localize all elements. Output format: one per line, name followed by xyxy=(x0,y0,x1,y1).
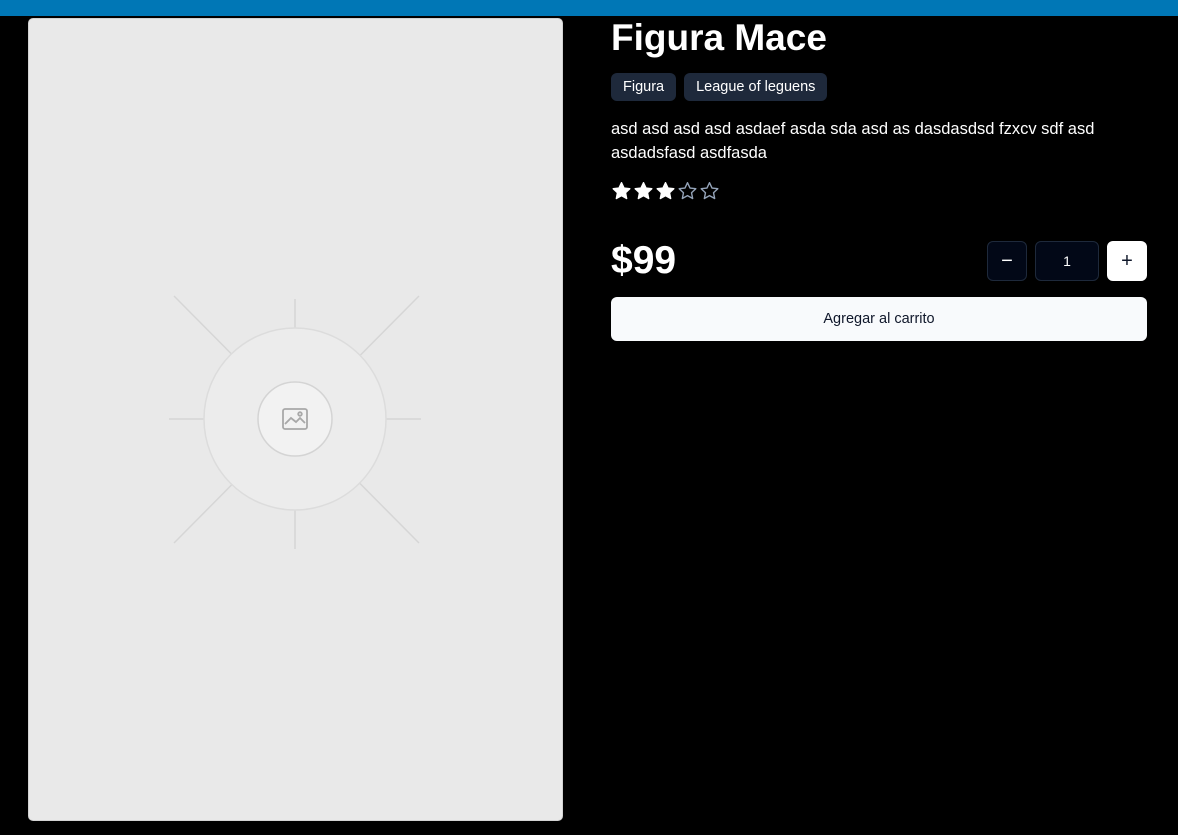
product-image-placeholder xyxy=(28,18,563,821)
tag-figura[interactable]: Figura xyxy=(611,73,677,101)
top-accent-bar xyxy=(0,0,1178,16)
star-filled-icon xyxy=(656,181,675,200)
minus-icon[interactable]: − xyxy=(987,241,1027,281)
star-filled-icon xyxy=(612,181,631,200)
product-description: asd asd asd asd asdaef asda sda asd as d… xyxy=(611,120,1095,162)
image-placeholder-graphic xyxy=(169,295,421,549)
plus-icon[interactable]: + xyxy=(1107,241,1147,281)
star-empty-icon xyxy=(678,181,697,200)
product-tags: Figura League of leguens xyxy=(611,73,828,101)
star-filled-icon xyxy=(634,181,653,200)
product-title: Figura Mace xyxy=(611,17,827,58)
star-rating xyxy=(611,180,720,202)
quantity-input[interactable] xyxy=(1035,241,1099,281)
star-empty-icon xyxy=(700,181,719,200)
add-to-cart-button[interactable]: Agregar al carrito xyxy=(611,297,1147,341)
tag-league-of-leguens[interactable]: League of leguens xyxy=(684,73,828,101)
product-price: $99 xyxy=(611,239,677,282)
quantity-stepper: − + xyxy=(987,241,1147,281)
